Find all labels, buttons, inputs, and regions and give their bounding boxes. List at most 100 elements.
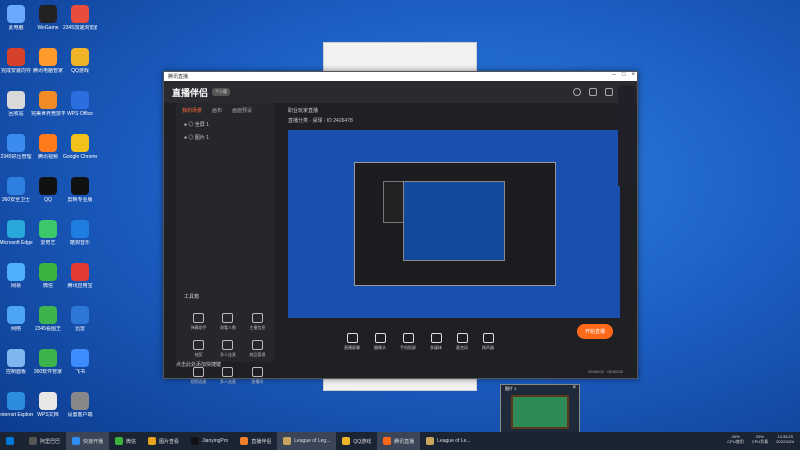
desktop-icon[interactable]: 完成安装向导	[0, 45, 32, 88]
desktop-icon[interactable]: 控制面板	[0, 346, 32, 389]
tool-button[interactable]: 多人连麦	[213, 340, 242, 358]
tool-label: 弹幕助手	[190, 325, 207, 330]
desktop-icon[interactable]: Microsoft Edge	[0, 217, 33, 260]
desktop-icon[interactable]: 腾讯视频	[32, 131, 64, 174]
app-icon	[71, 220, 89, 238]
maximize-button[interactable]: □	[622, 72, 626, 78]
source-control-icon	[456, 333, 468, 343]
tool-button[interactable]: 多人连麦	[213, 367, 242, 385]
taskbar-item[interactable]: 阿里巴巴	[23, 432, 66, 450]
cpu-load-label: CPU负载	[751, 439, 769, 444]
avatar-icon[interactable]	[573, 88, 581, 96]
app-icon	[39, 392, 57, 410]
taskbar-item[interactable]: JianyingPro	[185, 432, 234, 450]
desktop-icon[interactable]: 回收站	[0, 88, 32, 131]
source-control-button[interactable]: 手机投屏	[400, 333, 416, 351]
desktop-icon[interactable]: Internet Explorer	[0, 389, 33, 432]
tool-button[interactable]: 抽奖	[184, 340, 213, 358]
desktop-icon[interactable]: 迅雷	[64, 303, 96, 346]
desktop-icon[interactable]: 网络	[0, 303, 32, 346]
desktop-icon[interactable]: 设置客户端	[64, 389, 96, 432]
desktop-icon-label: 360安全卫士	[1, 197, 31, 203]
app-icon	[39, 177, 57, 195]
app-icon	[7, 392, 25, 410]
taskbar-item[interactable]: QQ游戏	[336, 432, 377, 450]
scene-item[interactable]: ● ◎ 图片 1	[176, 131, 274, 144]
room-info: 职业玩家直播 直播分类 · 桌球 · ID 2426478	[288, 103, 628, 129]
desktop-icon[interactable]: 2345看图王	[32, 303, 64, 346]
desktop-icon[interactable]: Google Chrome	[63, 131, 97, 174]
desktop-icon-label: 腾讯视频	[37, 154, 58, 160]
desktop-icon-label: WPS文档	[37, 412, 59, 418]
desktop-icon[interactable]: 360安全卫士	[0, 174, 32, 217]
taskbar-item[interactable]: League of Leg...	[277, 432, 337, 450]
desktop-icon[interactable]: 飞书	[64, 346, 96, 389]
tool-label: 抽奖	[194, 352, 203, 357]
tool-label: 商品管理	[249, 352, 266, 357]
desktop-icon[interactable]: 爱奇艺	[32, 217, 64, 260]
taskbar-item[interactable]	[0, 432, 23, 450]
scene-item[interactable]: ● ◎ 全屏 1	[176, 118, 274, 131]
desktop-icon[interactable]: QQ游戏	[64, 45, 96, 88]
thumbnail-close-icon[interactable]: ×	[572, 385, 576, 391]
desktop-icon[interactable]: WeGame	[32, 2, 64, 45]
source-controls: 直播屏幕 摄像头 手机投屏 多媒体 麦克风 扬声器	[288, 320, 684, 364]
desktop-icon[interactable]: WPS Office	[64, 88, 96, 131]
source-control-button[interactable]: 直播屏幕	[344, 333, 360, 351]
source-control-button[interactable]: 扬声器	[482, 333, 494, 351]
desktop-icon[interactable]: 网易	[0, 260, 32, 303]
desktop-icon[interactable]: 微信	[32, 260, 64, 303]
taskbar-item-label: 快速开播	[83, 438, 104, 445]
tab-presets[interactable]: 画面预设	[232, 107, 252, 114]
tool-button[interactable]: 弹幕助手	[184, 313, 213, 331]
app-icon	[39, 5, 57, 23]
source-control-button[interactable]: 麦克风	[456, 333, 468, 351]
desktop-icon[interactable]: 360软件管家	[32, 346, 64, 389]
desktop-icon[interactable]: 腾讯电脑管家	[32, 45, 64, 88]
tool-button[interactable]: 观看人数	[213, 313, 242, 331]
desktop-icon[interactable]: 酷狗音乐	[64, 217, 96, 260]
minimize-button[interactable]: –	[613, 72, 616, 78]
message-icon[interactable]	[589, 88, 597, 96]
desktop-icon-label: Google Chrome	[63, 154, 97, 160]
preview-nested-window	[354, 162, 556, 286]
tool-button[interactable]: 视频连麦	[184, 367, 213, 385]
close-button[interactable]: ×	[631, 72, 635, 78]
app-icon	[7, 177, 25, 195]
scene-thumbnail-popup[interactable]: 图片 1 ×	[500, 384, 580, 436]
start-live-button[interactable]: 开始直播	[576, 324, 613, 339]
stream-preview[interactable]	[288, 130, 620, 318]
room-details: 直播分类 · 桌球 · ID 2426478	[288, 118, 353, 124]
tool-button[interactable]: 主播信息	[243, 313, 272, 331]
taskbar-app-icon	[72, 437, 81, 445]
desktop-icon[interactable]: QQ	[32, 174, 64, 217]
tab-my-scenes[interactable]: 我的场景	[182, 107, 202, 114]
source-control-button[interactable]: 摄像头	[374, 333, 386, 351]
desktop-icon[interactable]: 剪映专业版	[64, 174, 96, 217]
taskbar-item[interactable]: 快速开播	[66, 432, 110, 450]
shortcut-notice[interactable]: 点击此处添加快捷键	[176, 361, 221, 368]
app-icon	[71, 349, 89, 367]
desktop-icon[interactable]: 2345加速浏览器	[63, 2, 97, 45]
room-title[interactable]: 职业玩家直播	[288, 107, 628, 114]
desktop-icon[interactable]: 完美世界竞技平台	[31, 88, 65, 131]
desktop-icon[interactable]: 腾讯应用宝	[64, 260, 96, 303]
tab-canvas[interactable]: 画布	[212, 107, 222, 114]
taskbar-item[interactable]: League of Le...	[420, 432, 476, 450]
settings-icon[interactable]	[605, 88, 613, 96]
taskbar-item[interactable]: 直播伴侣	[234, 432, 277, 450]
desktop-icon-label: 飞书	[74, 369, 85, 375]
source-control-button[interactable]: 多媒体	[430, 333, 442, 351]
taskbar-item[interactable]: 微信	[109, 432, 142, 450]
tool-button[interactable]: 商品管理	[243, 340, 272, 358]
taskbar-item[interactable]: 图片查看	[142, 432, 185, 450]
tool-button[interactable]: 直播间	[243, 367, 272, 385]
clock[interactable]: 13:33:29 2022/3/24	[776, 434, 794, 444]
desktop-icon[interactable]: 2345好压管理	[0, 131, 32, 174]
desktop-icon[interactable]: WPS文档	[32, 389, 64, 432]
version-badge[interactable]: 个人版	[212, 88, 231, 96]
taskbar-item[interactable]: 腾讯直播	[377, 432, 421, 450]
desktop-icon-label: 酷狗音乐	[69, 240, 90, 246]
source-control-icon	[374, 333, 386, 343]
desktop-icon[interactable]: 此电脑	[0, 2, 32, 45]
